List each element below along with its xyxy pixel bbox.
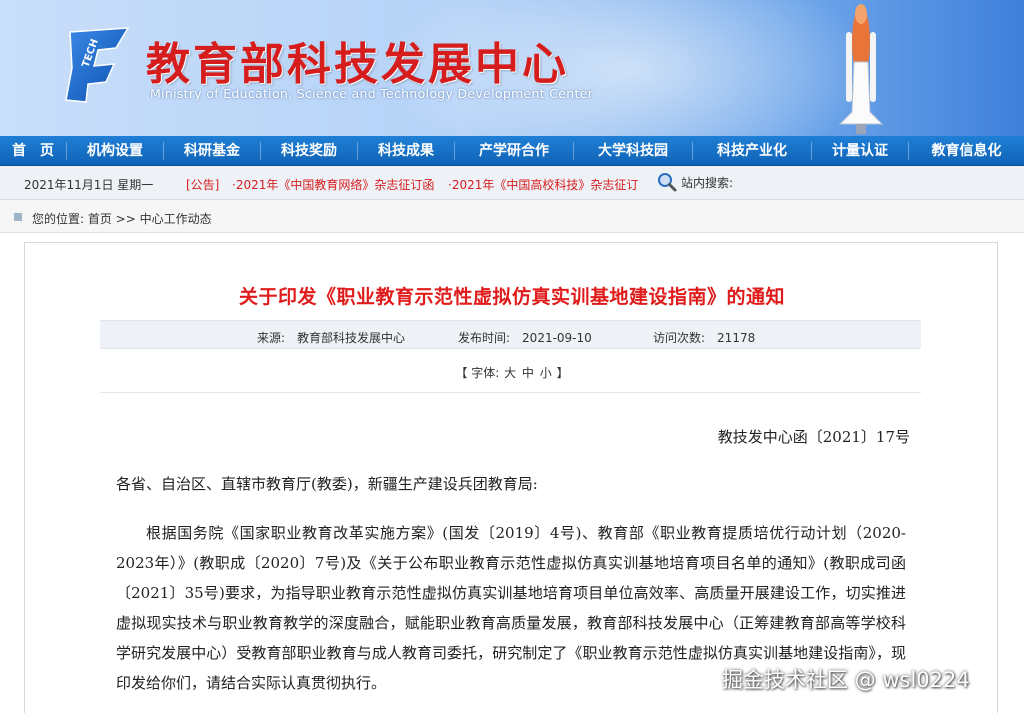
nav-science-park[interactable]: 大学科技园 [574, 136, 692, 166]
document-number: 教技发中心函〔2021〕17号 [717, 428, 910, 446]
article-publish-time: 发布时间: 2021-09-10 [458, 331, 592, 345]
article-title: 关于印发《职业教育示范性虚拟仿真实训基地建设指南》的通知 [238, 286, 785, 308]
nav-organization[interactable]: 机构设置 [67, 136, 163, 166]
nav-tech-achievements[interactable]: 科技成果 [358, 136, 454, 166]
nav-home[interactable]: 首 页 [0, 136, 66, 166]
site-subtitle: Ministry of Education, Science and Techn… [150, 86, 594, 101]
site-banner: TECH 教育部科技发展中心 Ministry of Education, Sc… [0, 0, 1024, 136]
nav-metrology[interactable]: 计量认证 [812, 136, 908, 166]
tech-logo-icon[interactable]: TECH [58, 22, 136, 106]
font-size-switcher: 【 字体: 大 中 小 】 [455, 366, 569, 380]
content-divider [100, 392, 921, 393]
search-icon[interactable] [657, 172, 677, 192]
notice-link-1[interactable]: ·2021年《中国教育网络》杂志征订函 [232, 176, 434, 193]
nav-tech-awards[interactable]: 科技奖励 [261, 136, 357, 166]
font-small-button[interactable]: 小 [540, 366, 552, 380]
space-shuttle-icon [838, 4, 884, 134]
notice-label: [公告] [186, 178, 220, 192]
article-visits: 访问次数: 21178 [653, 331, 756, 345]
article-greeting: 各省、自治区、直辖市教育厅(教委)，新疆生产建设兵团教育局: [116, 475, 538, 493]
nav-industry-cooperation[interactable]: 产学研合作 [455, 136, 573, 166]
info-bar: 2021年11月1日 星期一 [公告] ·2021年《中国教育网络》杂志征订函 … [0, 166, 1024, 200]
watermark: 掘金技术社区 @ wsl0224 [722, 668, 970, 692]
font-large-button[interactable]: 大 [504, 366, 516, 380]
main-nav: 首 页 机构设置 科研基金 科技奖励 科技成果 产学研合作 大学科技园 科技产业… [0, 136, 1024, 166]
font-medium-button[interactable]: 中 [522, 366, 534, 380]
nav-industrialization[interactable]: 科技产业化 [693, 136, 811, 166]
site-title: 教育部科技发展中心 [146, 39, 569, 90]
search-label: 站内搜索: [681, 175, 734, 190]
nav-research-fund[interactable]: 科研基金 [164, 136, 260, 166]
location-icon [14, 213, 22, 221]
site-search[interactable]: 站内搜索: [657, 172, 733, 192]
article-source: 来源: 教育部科技发展中心 [257, 331, 406, 345]
notice-link-2[interactable]: ·2021年《中国高校科技》杂志征订 [448, 176, 638, 193]
current-date: 2021年11月1日 星期一 [24, 178, 154, 192]
article-meta: 来源: 教育部科技发展中心 发布时间: 2021-09-10 访问次数: 211… [100, 320, 921, 349]
breadcrumb: 您的位置: 首页 >> 中心工作动态 [0, 200, 1024, 233]
breadcrumb-path[interactable]: 您的位置: 首页 >> 中心工作动态 [32, 210, 212, 227]
nav-informatization[interactable]: 教育信息化 [909, 136, 1024, 166]
